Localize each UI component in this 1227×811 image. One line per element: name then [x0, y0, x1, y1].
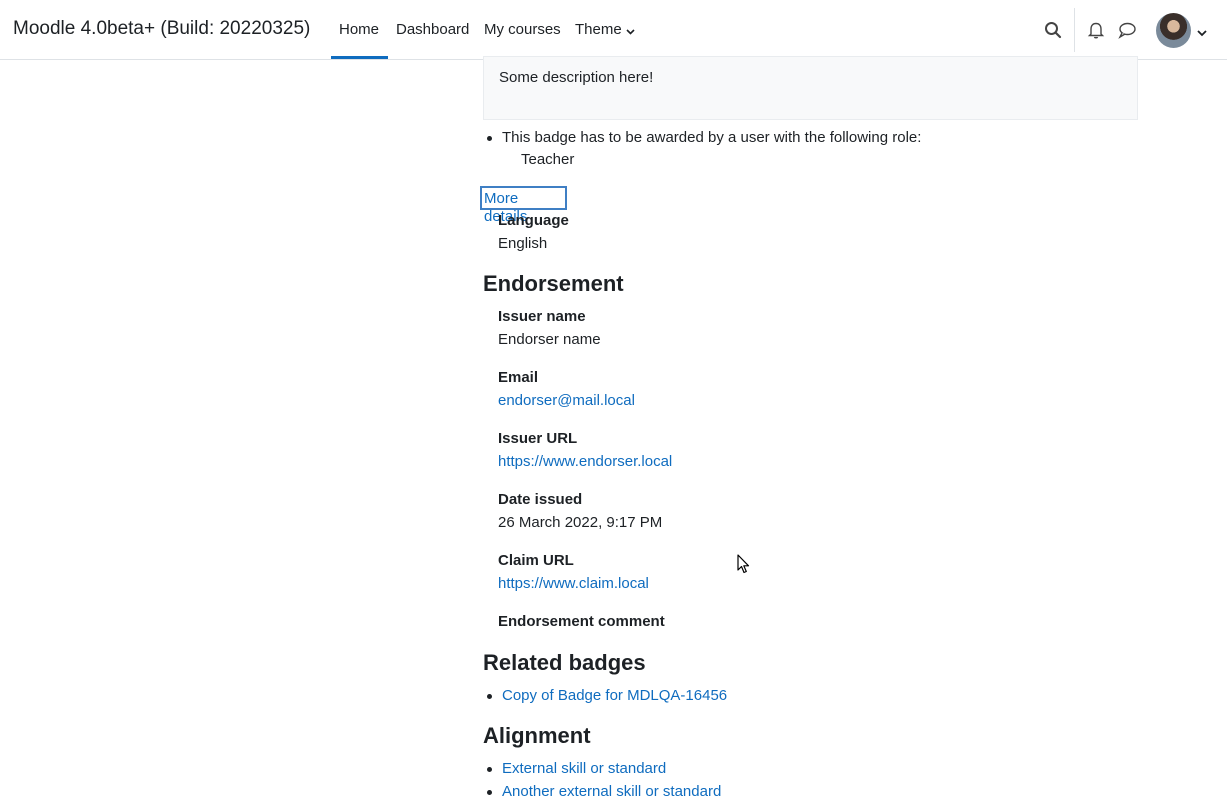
- more-details-link[interactable]: More details: [480, 186, 567, 225]
- email-link[interactable]: endorser@mail.local: [498, 392, 635, 409]
- language-label: Language: [498, 212, 569, 229]
- date-issued-value: 26 March 2022, 9:17 PM: [498, 514, 663, 531]
- badge-description-box: Some description here!: [483, 56, 1138, 120]
- endorsement-heading: Endorsement: [483, 271, 624, 296]
- chat-icon[interactable]: [1117, 20, 1137, 40]
- top-navbar: Moodle 4.0beta+ (Build: 20220325) Home D…: [0, 0, 1227, 60]
- nav-theme-label: Theme: [575, 21, 622, 38]
- alignment-link[interactable]: Another external skill or standard: [502, 783, 721, 800]
- criteria-text: This badge has to be awarded by a user w…: [502, 129, 922, 146]
- chevron-down-icon[interactable]: [1197, 24, 1207, 41]
- list-bullet: [487, 790, 492, 795]
- alignment-heading: Alignment: [483, 723, 591, 748]
- user-avatar[interactable]: [1156, 13, 1191, 48]
- list-bullet: [487, 767, 492, 772]
- related-badge-link[interactable]: Copy of Badge for MDLQA-16456: [502, 687, 727, 704]
- date-issued-label: Date issued: [498, 491, 583, 508]
- nav-theme-menu[interactable]: Theme: [575, 21, 635, 39]
- badge-description: Some description here!: [499, 69, 654, 86]
- alignment-link[interactable]: External skill or standard: [502, 760, 666, 777]
- site-name[interactable]: Moodle 4.0beta+ (Build: 20220325): [13, 18, 310, 40]
- issuer-url-link[interactable]: https://www.endorser.local: [498, 453, 672, 470]
- chevron-down-icon: [626, 22, 635, 39]
- language-value: English: [498, 235, 548, 252]
- email-label: Email: [498, 369, 539, 386]
- issuer-name-label: Issuer name: [498, 308, 586, 325]
- claim-url-link[interactable]: https://www.claim.local: [498, 575, 649, 592]
- claim-url-label: Claim URL: [498, 552, 574, 569]
- nav-home[interactable]: Home: [339, 21, 379, 38]
- search-icon[interactable]: [1043, 20, 1063, 40]
- nav-dashboard[interactable]: Dashboard: [396, 21, 469, 38]
- nav-active-indicator: [331, 56, 388, 59]
- criteria-role: Teacher: [521, 151, 575, 168]
- list-bullet: [487, 694, 492, 699]
- list-bullet: [487, 136, 492, 141]
- issuer-url-label: Issuer URL: [498, 430, 578, 447]
- related-badges-heading: Related badges: [483, 650, 646, 675]
- navbar-divider: [1074, 8, 1075, 52]
- endorsement-comment-label: Endorsement comment: [498, 613, 665, 630]
- bell-icon[interactable]: [1086, 20, 1106, 40]
- issuer-name-value: Endorser name: [498, 331, 601, 348]
- nav-my-courses[interactable]: My courses: [484, 21, 561, 38]
- mouse-pointer-icon: [737, 554, 751, 578]
